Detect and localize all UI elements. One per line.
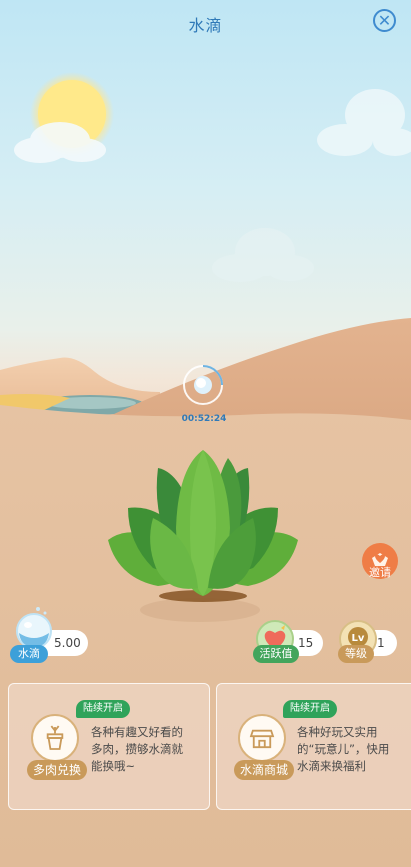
desc-line: 能换哦~ xyxy=(91,759,136,773)
activity-label: 活跃值 xyxy=(253,645,299,663)
activity-value: 15 xyxy=(298,636,314,650)
level-value: 1 xyxy=(377,636,385,650)
cloud-icon xyxy=(317,89,411,156)
invite-button[interactable]: 邀请 xyxy=(361,542,399,584)
water-bottle-icon[interactable] xyxy=(10,603,60,649)
coming-soon-badge: 陆续开启 xyxy=(76,700,130,718)
water-store-desc: 各种好玩又实用 的“玩意儿”，快用 水滴来换福利 xyxy=(297,724,389,775)
invite-label: 邀请 xyxy=(369,566,391,579)
page-title: 水滴 xyxy=(188,16,223,35)
plant-pot-icon xyxy=(31,714,79,762)
shop-icon xyxy=(238,714,286,762)
desc-line: 水滴来换福利 xyxy=(297,759,366,773)
desc-line: 多肉，攒够水滴就 xyxy=(91,742,183,756)
countdown-timer: 00:52:24 xyxy=(181,414,227,424)
level-icon-text: Lv xyxy=(352,633,365,644)
succulent-exchange-desc: 各种有趣又好看的 多肉，攒够水滴就 能换哦~ xyxy=(91,724,183,775)
cloud-icon xyxy=(212,228,314,282)
close-icon[interactable]: ✕ xyxy=(373,9,396,32)
succulent-exchange-card[interactable]: 陆续开启 多肉兑换 各种有趣又好看的 多肉，攒够水滴就 能换哦~ xyxy=(8,683,210,810)
succulent-plant-icon[interactable] xyxy=(98,448,308,608)
water-store-label: 水滴商城 xyxy=(234,760,295,780)
coming-soon-badge: 陆续开启 xyxy=(283,700,337,718)
water-store-card[interactable]: 陆续开启 水滴商城 各种好玩又实用 的“玩意儿”，快用 水滴来换福利 xyxy=(216,683,411,810)
succulent-exchange-label: 多肉兑换 xyxy=(27,760,88,780)
water-drop-orb-icon[interactable] xyxy=(181,363,225,407)
desc-line: 各种有趣又好看的 xyxy=(91,725,183,739)
desc-line: 的“玩意儿”，快用 xyxy=(297,742,390,756)
level-label: 等级 xyxy=(338,645,374,663)
desc-line: 各种好玩又实用 xyxy=(297,725,378,739)
water-label: 水滴 xyxy=(10,645,48,663)
